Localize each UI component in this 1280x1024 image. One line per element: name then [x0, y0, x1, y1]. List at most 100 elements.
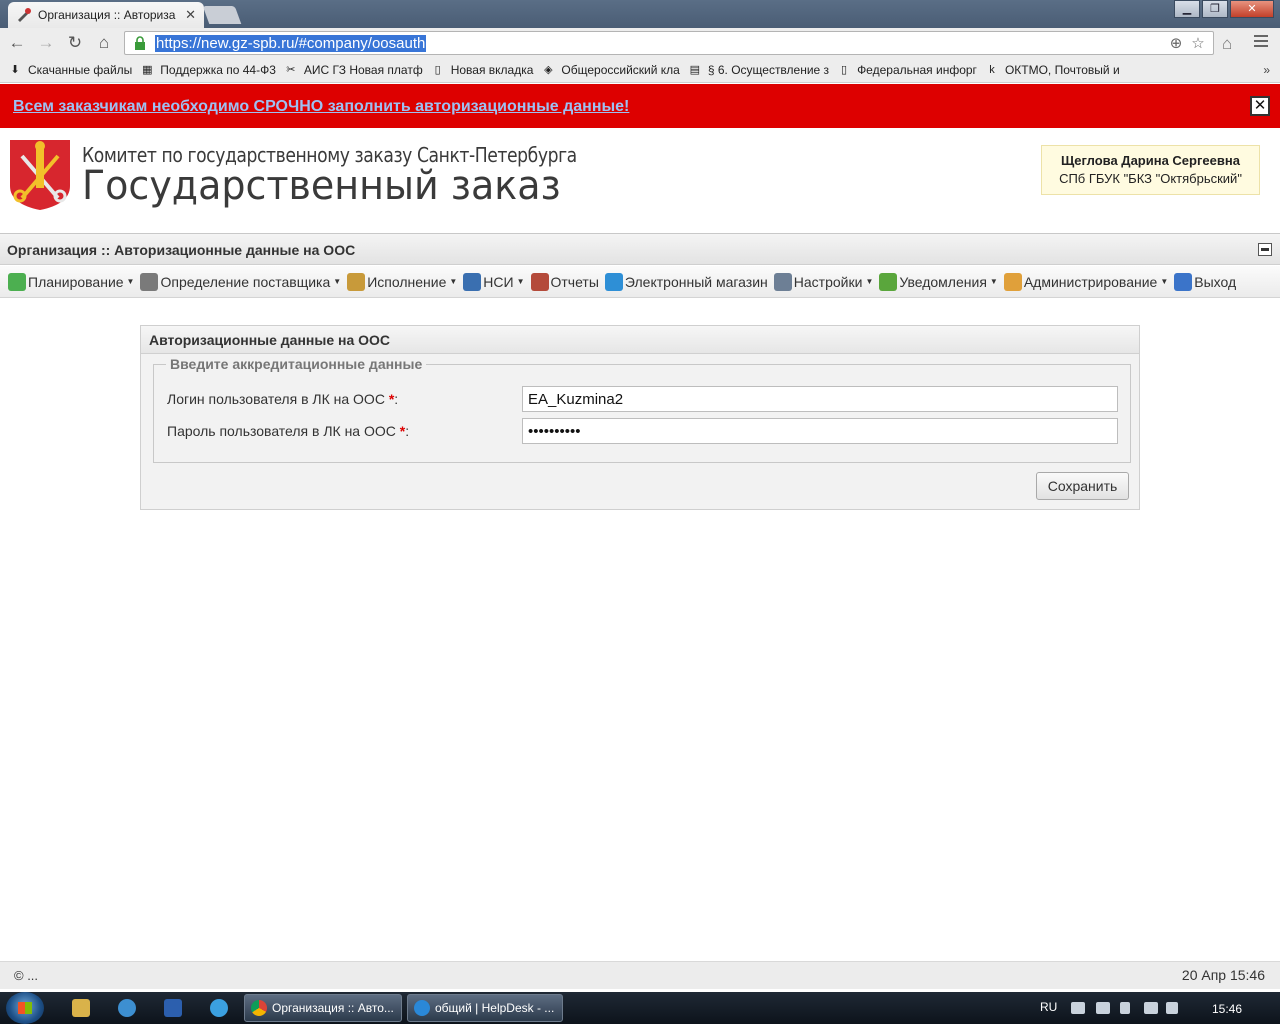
outlook-icon[interactable]	[118, 999, 136, 1017]
menu-item[interactable]: Настройки ▼	[773, 272, 874, 291]
main-menu-bar: Планирование ▼ Определение поставщика ▼ Испо…	[0, 266, 1280, 298]
logo-title-text: Государственный заказ	[82, 163, 561, 209]
window-close-button[interactable]: ✕	[1230, 0, 1274, 18]
menu-item-icon	[879, 272, 898, 291]
forward-arrow-icon[interactable]: →	[34, 31, 58, 55]
fieldset-legend: Введите аккредитационные данные	[166, 356, 427, 372]
bookmark-label: АИС ГЗ Новая платф	[303, 63, 423, 77]
browser-titlebar: Организация :: Авториза ✕ ▁ ❐ ✕	[0, 0, 1280, 28]
login-label-text: Логин пользователя в ЛК на ООС	[167, 391, 385, 407]
tray-display-icon[interactable]	[1144, 1002, 1158, 1014]
doc-icon: ▤	[689, 64, 701, 76]
taskbar-task-ie[interactable]: общий | HelpDesk - ...	[407, 994, 563, 1022]
bookmark-item[interactable]: ⬇ Скачанные файлы	[8, 63, 132, 77]
bookmark-label: Общероссийский кла	[561, 63, 680, 77]
help-icon[interactable]	[210, 999, 228, 1017]
bookmark-label: Скачанные файлы	[28, 63, 133, 77]
address-bar[interactable]: https://new.gz-spb.ru/#company/oosauth ⊕…	[124, 31, 1214, 55]
menu-item[interactable]: Определение поставщика ▼	[140, 272, 342, 291]
user-info-box[interactable]: Щеглова Дарина Сергеевна СПб ГБУК "БКЗ "…	[1041, 145, 1260, 195]
classifier-icon: ◈	[544, 64, 553, 76]
caret-down-icon: ▼	[1160, 277, 1169, 286]
bookmark-item[interactable]: ▯ Федеральная инфорг	[837, 63, 977, 77]
collapse-header-button[interactable]	[1258, 243, 1272, 256]
alert-link[interactable]: Всем заказчикам необходимо СРОЧНО заполн…	[13, 98, 629, 116]
caret-down-icon: ▼	[333, 277, 342, 286]
caret-down-icon: ▼	[516, 277, 525, 286]
menu-item[interactable]: Электронный магазин	[604, 272, 768, 291]
tray-battery-icon[interactable]	[1096, 1002, 1110, 1014]
menu-item[interactable]: НСИ ▼	[463, 272, 525, 291]
menu-item-icon	[8, 272, 26, 291]
browser-toolbar: ← → ↻ ⌂ https://new.gz-spb.ru/#company/o…	[0, 28, 1280, 58]
new-tab-button[interactable]	[202, 6, 242, 24]
menu-item-label: Планирование	[28, 273, 124, 290]
na-iz-icon: ▦	[142, 64, 153, 76]
oos-auth-panel: Авторизационные данные на ООС Введите ак…	[140, 325, 1140, 510]
explorer-icon[interactable]	[72, 999, 90, 1017]
login-input[interactable]	[522, 386, 1118, 412]
tab-title: Организация :: Авториза	[38, 8, 176, 22]
password-input[interactable]	[522, 418, 1118, 444]
menu-item-label: НСИ	[483, 273, 514, 290]
menu-item-icon	[140, 272, 159, 291]
page-icon: ▯	[434, 64, 441, 76]
user-organization: СПб ГБУК "БКЗ "Октябрьский"	[1059, 171, 1242, 186]
menu-item[interactable]: Отчеты	[530, 272, 599, 291]
bookmark-item[interactable]: k ОКТМО, Почтовый и	[985, 63, 1119, 77]
menu-item-icon	[463, 272, 482, 291]
user-name: Щеглова Дарина Сергеевна	[1061, 153, 1240, 168]
bookmark-item[interactable]: ▤ § 6. Осуществление з	[688, 63, 829, 77]
lock-icon	[135, 36, 145, 50]
bookmark-item[interactable]: ✂ АИС ГЗ Новая платф	[284, 63, 423, 77]
caret-down-icon: ▼	[865, 277, 874, 286]
language-indicator[interactable]: RU	[1040, 1000, 1057, 1014]
tray-flag-icon[interactable]	[1120, 1002, 1130, 1014]
alert-close-icon[interactable]: ✕	[1250, 96, 1270, 116]
reload-icon[interactable]: ↻	[63, 31, 87, 55]
bookmark-item[interactable]: ◈ Общероссийский кла	[541, 63, 680, 77]
start-button[interactable]	[6, 992, 44, 1024]
footer-datetime: 20 Апр 15:46	[1181, 967, 1265, 983]
back-arrow-icon[interactable]: ←	[5, 31, 29, 55]
bookmarks-more-icon[interactable]: »	[1263, 63, 1270, 77]
menu-item-label: Отчеты	[550, 273, 599, 290]
tab-close-icon[interactable]: ✕	[185, 7, 196, 23]
home-page-icon[interactable]: ⌂	[1222, 34, 1232, 54]
page-icon: ▯	[841, 64, 848, 76]
word-icon[interactable]	[164, 999, 182, 1017]
menu-item-icon	[773, 272, 792, 291]
browser-menu-icon[interactable]	[1254, 35, 1268, 50]
minimize-button[interactable]: ▁	[1174, 0, 1200, 18]
bookmark-star-icon[interactable]: ☆	[1187, 34, 1209, 52]
save-button[interactable]: Сохранить	[1036, 472, 1129, 500]
menu-item-label: Электронный магазин	[624, 273, 768, 290]
tray-network-icon[interactable]	[1071, 1002, 1085, 1014]
panel-title: Авторизационные данные на ООС	[141, 326, 1139, 354]
url-text[interactable]: https://new.gz-spb.ru/#company/oosauth	[155, 34, 427, 52]
menu-item[interactable]: Уведомления ▼	[879, 272, 998, 291]
menu-item[interactable]: Планирование ▼	[8, 272, 135, 291]
browser-tab-active[interactable]: Организация :: Авториза ✕	[8, 2, 204, 28]
taskbar-clock[interactable]: 15:46	[1212, 1002, 1242, 1016]
zoom-icon[interactable]: ⊕	[1165, 34, 1187, 52]
page-title: Организация :: Авторизационные данные на…	[7, 242, 356, 258]
copyright-text: © ...	[14, 968, 39, 983]
taskbar-task-chrome[interactable]: Организация :: Авто...	[244, 994, 402, 1022]
menu-item[interactable]: Исполнение ▼	[347, 272, 458, 291]
menu-item[interactable]: Выход	[1174, 272, 1236, 291]
home-icon[interactable]: ⌂	[92, 31, 116, 55]
page-header-bar: Организация :: Авторизационные данные на…	[0, 233, 1280, 265]
menu-item-icon	[604, 272, 623, 291]
menu-item[interactable]: Администрирование ▼	[1003, 272, 1169, 291]
bookmark-item[interactable]: ▯ Новая вкладка	[431, 63, 534, 77]
bookmark-label: Поддержка по 44-Ф3	[160, 63, 276, 77]
tray-volume-icon[interactable]	[1166, 1002, 1178, 1014]
bookmark-label: Федеральная инфорг	[857, 63, 977, 77]
task-label: общий | HelpDesk - ...	[435, 1001, 555, 1015]
caret-down-icon: ▼	[449, 277, 458, 286]
bookmarks-bar: ⬇ Скачанные файлы ▦ Поддержка по 44-Ф3 ✂ АИС …	[0, 58, 1280, 83]
caret-down-icon: ▼	[126, 277, 135, 286]
bookmark-item[interactable]: ▦ Поддержка по 44-Ф3	[140, 63, 276, 77]
maximize-button[interactable]: ❐	[1202, 0, 1228, 18]
